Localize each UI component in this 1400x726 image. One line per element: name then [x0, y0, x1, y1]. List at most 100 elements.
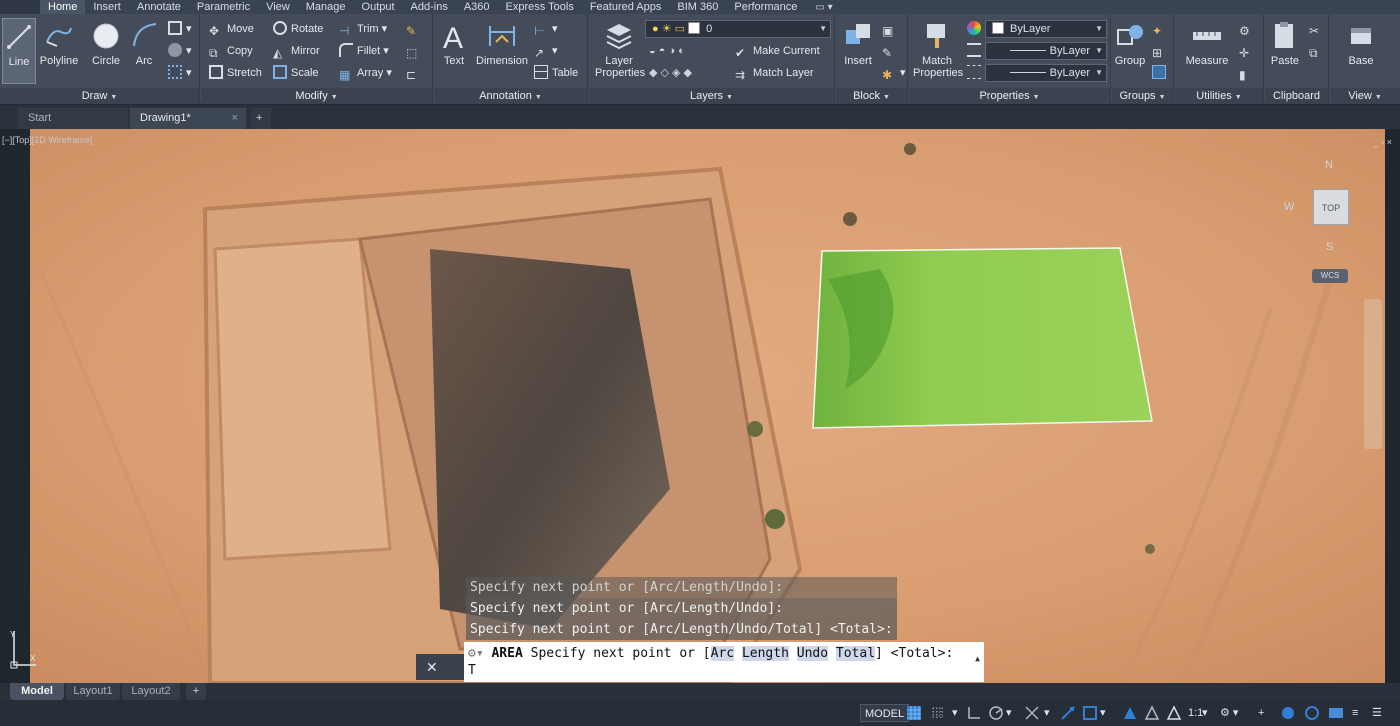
group-select-button[interactable]	[1152, 64, 1170, 82]
object-snap-tracking-icon[interactable]	[1060, 705, 1076, 721]
layer-properties-button[interactable]: Layer Properties	[595, 18, 645, 84]
layer-tools-row-2[interactable]: ◆ ◇ ◈ ◆	[649, 64, 692, 82]
calculator-button[interactable]: ▮	[1239, 64, 1257, 82]
polyline-button[interactable]: Polyline	[38, 18, 80, 84]
navigation-bar[interactable]	[1364, 299, 1382, 449]
tab-manage[interactable]: Manage	[298, 0, 354, 14]
command-typed-text[interactable]: T	[468, 663, 980, 679]
ortho-icon[interactable]	[966, 705, 982, 721]
mirror-button[interactable]: ◭ Mirror	[273, 42, 320, 60]
tab-layout2[interactable]: Layout2	[122, 683, 180, 700]
tab-parametric[interactable]: Parametric	[189, 0, 258, 14]
measure-button[interactable]: Measure	[1179, 18, 1235, 84]
match-properties-button[interactable]: Match Properties	[913, 18, 963, 84]
menu-icon[interactable]: ☰	[1372, 705, 1382, 721]
copy-clip-button[interactable]: ⧉	[1309, 42, 1327, 60]
viewcube-west[interactable]: W	[1284, 201, 1294, 213]
annotation-panel-title[interactable]: Annotation ▼	[434, 88, 587, 104]
tab-performance[interactable]: Performance	[726, 0, 805, 14]
table-button[interactable]: Table	[534, 64, 578, 82]
isodraft-icon[interactable]	[1024, 705, 1040, 721]
erase-button[interactable]: ✎	[406, 20, 424, 38]
tab-add-ins[interactable]: Add-ins	[403, 0, 456, 14]
polar-menu-icon[interactable]: ▾	[1006, 705, 1012, 721]
option-undo[interactable]: Undo	[796, 646, 829, 661]
viewport-window-controls[interactable]: _ ▫ ×	[1374, 137, 1392, 147]
tab-drawing1[interactable]: Drawing1* ×	[130, 108, 246, 129]
tab-start[interactable]: Start	[18, 108, 128, 129]
boundary-button[interactable]: ▾	[168, 64, 192, 82]
drawing-viewport[interactable]: [−][Top][2D Wireframe] _ ▫ × N W TOP S W…	[0, 129, 1400, 683]
point-id-button[interactable]: ✛	[1239, 42, 1257, 60]
ungroup-button[interactable]: ⊞	[1152, 42, 1170, 60]
tab-model[interactable]: Model	[10, 683, 64, 700]
linear-dimension-button[interactable]: ⊢ ▾	[534, 20, 558, 38]
grid-icon[interactable]	[906, 705, 922, 721]
tab-home[interactable]: Home	[40, 0, 86, 14]
viewcube-top-face[interactable]: TOP	[1313, 189, 1349, 225]
tab-express-tools[interactable]: Express Tools	[498, 0, 582, 14]
trim-button[interactable]: ⊣ Trim ▾	[339, 20, 387, 38]
leader-button[interactable]: ↗ ▾	[534, 42, 558, 60]
application-menu-button[interactable]	[0, 0, 40, 14]
group-edit-button[interactable]: ✦	[1152, 20, 1170, 38]
layers-panel-title[interactable]: Layers ▼	[589, 88, 834, 104]
tab-view[interactable]: View	[258, 0, 298, 14]
layer-tools-row-1[interactable]: ◒ ◓ ◑ ◐	[649, 42, 685, 60]
copy-button[interactable]: ⧉ Copy	[209, 42, 253, 60]
rectangle-button[interactable]: ▾	[168, 20, 192, 38]
quick-calc-button[interactable]: ⚙	[1239, 20, 1257, 38]
view-panel-title[interactable]: View ▼	[1330, 88, 1400, 104]
linetype-dropdown[interactable]: ByLayer ▼	[985, 64, 1107, 82]
draw-panel-title[interactable]: Draw ▼	[0, 88, 199, 104]
polar-tracking-icon[interactable]	[988, 705, 1004, 721]
paste-button[interactable]: Paste	[1265, 18, 1305, 84]
utilities-panel-title[interactable]: Utilities ▼	[1175, 88, 1263, 104]
snap-menu-icon[interactable]: ▾	[952, 705, 958, 721]
viewcube-north[interactable]: N	[1325, 159, 1333, 171]
hatch-button[interactable]: ▾	[168, 42, 192, 60]
annotation-visibility-icon[interactable]	[1122, 705, 1138, 721]
isolate-objects-icon[interactable]	[1280, 705, 1296, 721]
properties-panel-title[interactable]: Properties ▼	[909, 88, 1110, 104]
new-layout-button[interactable]: +	[186, 683, 206, 700]
tab-output[interactable]: Output	[354, 0, 403, 14]
option-total[interactable]: Total	[835, 646, 876, 661]
tab-bim-360[interactable]: BIM 360	[669, 0, 726, 14]
move-button[interactable]: ✥ Move	[209, 20, 254, 38]
rotate-button[interactable]: Rotate	[273, 20, 323, 38]
viewcube-south[interactable]: S	[1326, 241, 1333, 253]
text-button[interactable]: A Text	[434, 18, 474, 84]
add-icon[interactable]: +	[1258, 705, 1264, 721]
annotation-scale-value[interactable]: 1:1	[1188, 705, 1203, 721]
object-snap-icon[interactable]	[1082, 705, 1098, 721]
modify-panel-title[interactable]: Modify ▼	[201, 88, 432, 104]
hardware-acceleration-icon[interactable]	[1304, 705, 1320, 721]
option-length[interactable]: Length	[741, 646, 789, 661]
clipboard-panel-title[interactable]: Clipboard	[1265, 88, 1328, 104]
annotation-scale-icon[interactable]	[1166, 705, 1182, 721]
create-block-button[interactable]: ▣	[882, 20, 900, 38]
command-history-toggle-icon[interactable]: ▲	[975, 654, 980, 663]
scale-menu-icon[interactable]: ▾	[1202, 705, 1208, 721]
option-arc[interactable]: Arc	[710, 646, 735, 661]
stretch-button[interactable]: Stretch	[209, 64, 262, 82]
make-current-button[interactable]: ✔ Make Current	[735, 42, 820, 60]
array-button[interactable]: ▦ Array ▾	[339, 64, 392, 82]
tab-layout1[interactable]: Layout1	[66, 683, 120, 700]
tab-featured-apps[interactable]: Featured Apps	[582, 0, 670, 14]
close-icon[interactable]: ×	[232, 108, 238, 129]
command-input[interactable]: ⚙▾ AREA Specify next point or [Arc Lengt…	[464, 642, 984, 682]
explode-button[interactable]: ⬚	[406, 42, 424, 60]
clean-screen-icon[interactable]	[1328, 705, 1344, 721]
command-gear-icon[interactable]: ⚙	[468, 646, 476, 661]
block-panel-title[interactable]: Block ▼	[836, 88, 907, 104]
match-layer-button[interactable]: ⇉ Match Layer	[735, 64, 814, 82]
viewcube[interactable]: N W TOP S WCS	[1284, 157, 1380, 287]
scale-button[interactable]: Scale	[273, 64, 319, 82]
edit-block-button[interactable]: ✎	[882, 42, 900, 60]
line-button[interactable]: Line	[2, 18, 36, 84]
isodraft-menu-icon[interactable]: ▾	[1044, 705, 1050, 721]
tab-a360[interactable]: A360	[456, 0, 498, 14]
viewport-controls-label[interactable]: [−][Top][2D Wireframe]	[2, 135, 92, 145]
